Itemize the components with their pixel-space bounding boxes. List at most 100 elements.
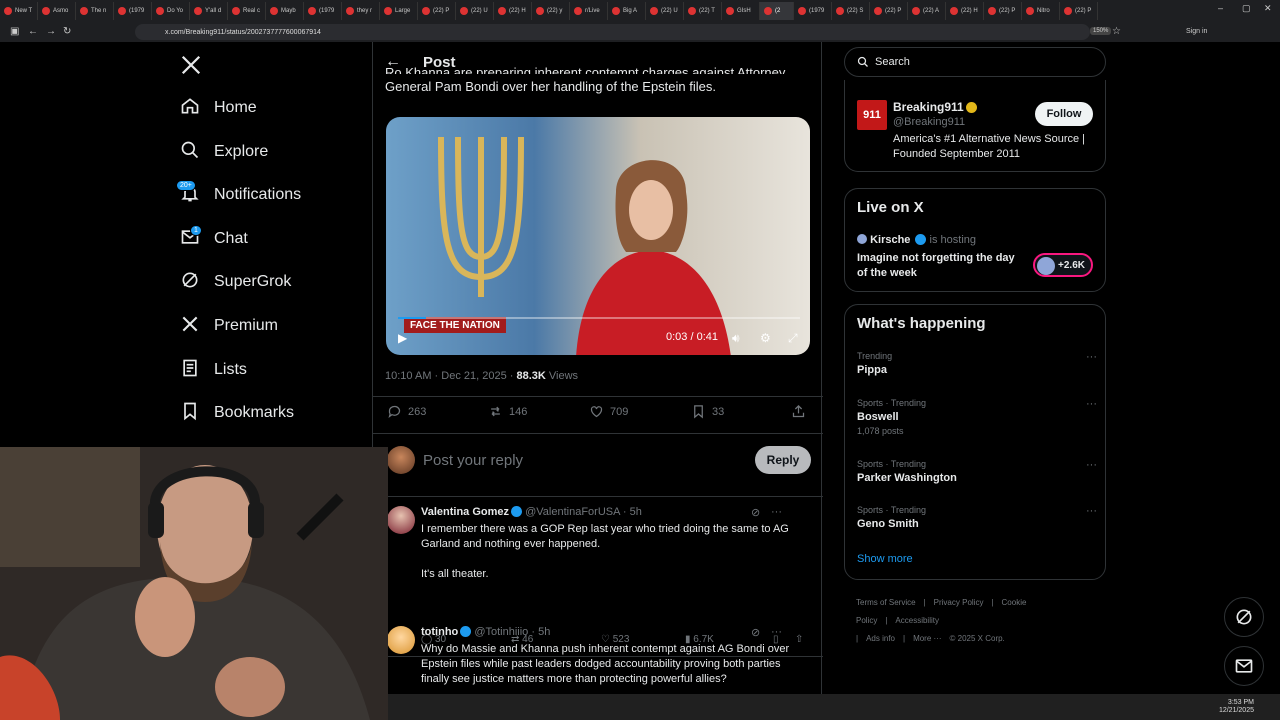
share-action[interactable] [791,404,806,419]
grok-icon[interactable]: ⊘ [751,626,760,639]
x-logo[interactable] [180,54,202,81]
more-icon[interactable]: ··· [771,626,782,638]
reload-icon[interactable]: ↻ [63,26,71,37]
more-icon[interactable]: ··· [1086,398,1097,410]
avatar[interactable] [387,626,415,654]
url-field[interactable]: x.com/Breaking911/status/200273777760006… [135,24,1090,40]
browser-tab[interactable]: (22) U [456,2,494,20]
browser-tab[interactable]: (22) P [870,2,908,20]
browser-tab[interactable]: Large [380,2,418,20]
reply-button[interactable]: Reply [755,446,811,474]
messages-fab[interactable] [1224,646,1264,686]
browser-tab[interactable]: (22) y [532,2,570,20]
trend-item[interactable]: Sports · Trending Geno Smith ··· [857,505,1097,530]
nav-item-bookmarks[interactable]: Bookmarks [180,395,294,431]
browser-tab[interactable]: (22) P [418,2,456,20]
browser-tab[interactable]: (22) H [494,2,532,20]
browser-tab[interactable]: (2 [760,2,794,20]
more-icon[interactable]: ··· [1086,459,1097,471]
browser-tab[interactable]: (1979 [794,2,832,20]
nav-item-notifications[interactable]: 20+ Notifications [176,177,301,213]
minimize-button[interactable]: – [1218,3,1223,13]
nav-item-supergrok[interactable]: SuperGrok [180,264,291,300]
browser-tab[interactable]: (22) T [684,2,722,20]
browser-tab[interactable]: they r [342,2,380,20]
footer-link[interactable]: More ··· [913,634,941,643]
browser-tab[interactable]: (1979 [114,2,152,20]
maximize-button[interactable]: ▢ [1242,3,1251,14]
browser-tab[interactable]: (22) A [908,2,946,20]
like-action[interactable]: 709 [589,404,628,419]
account-name[interactable]: Breaking911 [893,100,977,114]
post-timestamp[interactable]: 10:10 AM · Dec 21, 2025 · [385,370,516,382]
nav-item-chat[interactable]: 1 Chat [180,221,248,257]
browser-tab[interactable]: Asmo [38,2,76,20]
taskbar-clock[interactable]: 3:53 PM 12/21/2025 [1219,699,1254,715]
author-handle[interactable]: @ValentinaForUSA · 5h [525,506,642,518]
reply-action[interactable]: 263 [387,404,426,419]
avatar[interactable] [387,446,415,474]
fullscreen-icon[interactable]: ⤢ [788,331,798,346]
browser-tab[interactable]: (22) U [646,2,684,20]
avatar[interactable] [387,506,415,534]
browser-tab[interactable]: Big A [608,2,646,20]
bookmark-action[interactable]: 33 [691,404,724,419]
browser-tab[interactable]: Do Yo [152,2,190,20]
browser-tab[interactable]: Nitro [1022,2,1060,20]
show-more-link[interactable]: Show more [857,553,913,565]
reply-input[interactable]: Post your reply [423,452,523,469]
follow-button[interactable]: Follow [1035,102,1093,126]
search-input[interactable]: Search [844,47,1106,77]
grok-fab[interactable] [1224,597,1264,637]
author-handle[interactable]: @Totinhiiio · 5h [474,626,550,638]
more-icon[interactable]: ··· [1086,505,1097,517]
footer-link[interactable]: Accessibility [895,616,939,625]
account-handle[interactable]: @Breaking911 [893,116,965,128]
nav-item-premium[interactable]: Premium [180,308,278,344]
browser-tab[interactable]: New T [0,2,38,20]
video-progress-bar[interactable] [398,317,800,319]
volume-icon[interactable]: 🔊︎ [732,331,740,346]
browser-tab[interactable]: Y'all d [190,2,228,20]
live-listeners-pill[interactable]: +2.6K [1033,253,1093,277]
nav-item-lists[interactable]: Lists [180,352,247,388]
trend-item[interactable]: Sports · Trending Boswell 1,078 posts ··· [857,398,1097,436]
trend-item[interactable]: Trending Pippa ··· [857,351,1097,376]
repost-action[interactable]: 146 [488,404,527,419]
play-icon[interactable]: ▶ [398,331,407,345]
back-icon[interactable]: ← [28,26,38,37]
browser-tab[interactable]: (1979 [304,2,342,20]
zoom-badge[interactable]: 150% [1090,27,1112,35]
forward-icon[interactable]: → [46,26,56,37]
grok-icon[interactable]: ⊘ [751,506,760,519]
nav-item-explore[interactable]: Explore [180,134,268,170]
browser-tab[interactable]: Mayb [266,2,304,20]
trend-item[interactable]: Sports · Trending Parker Washington ··· [857,459,1097,484]
browser-tab[interactable]: (22) H [946,2,984,20]
author-name[interactable]: totinho [421,626,458,638]
more-icon[interactable]: ··· [771,506,782,518]
more-icon[interactable]: ··· [1086,351,1097,363]
browser-tab[interactable]: GIsH [722,2,760,20]
sidebar-toggle-icon[interactable]: ▣ [10,26,19,37]
browser-tab[interactable]: (22) P [984,2,1022,20]
video-player[interactable]: FACE THE NATION ▶ 0:03 / 0:41 🔊︎ ⚙ ⤢ [386,117,810,355]
author-name[interactable]: Valentina Gomez [421,506,509,518]
footer-link[interactable]: Terms of Service [856,598,916,607]
settings-icon[interactable]: ⚙ [760,331,771,345]
sign-in-button[interactable]: Sign in [1186,28,1207,35]
live-host[interactable]: Kirsche is hosting [857,234,976,246]
browser-tab[interactable]: r/Live [570,2,608,20]
footer-link[interactable]: Ads info [866,634,895,643]
star-icon[interactable]: ☆ [1112,26,1121,37]
browser-tab[interactable]: The n [76,2,114,20]
footer-link[interactable]: Privacy Policy [934,598,984,607]
breaking911-logo[interactable]: 911 [857,100,887,130]
nav-item-home[interactable]: Home [180,90,257,126]
footer-link[interactable]: © 2025 X Corp. [950,634,1005,643]
live-title[interactable]: Imagine not forgetting the day of the we… [857,251,1027,281]
browser-tab[interactable]: (22) P [1060,2,1098,20]
browser-tab[interactable]: (22) S [832,2,870,20]
close-window-button[interactable]: ✕ [1264,3,1272,14]
browser-tab[interactable]: Real c [228,2,266,20]
